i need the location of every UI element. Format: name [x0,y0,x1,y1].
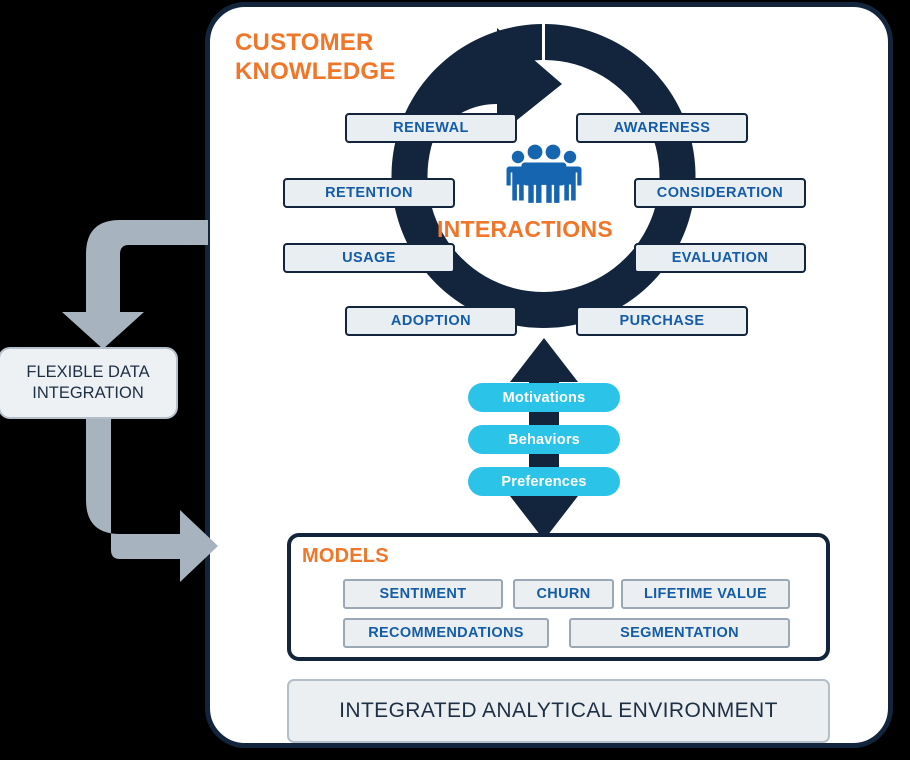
model-box-lifetime-value[interactable]: LIFETIME VALUE [621,579,790,609]
stage-box-renewal[interactable]: RENEWAL [345,113,517,143]
attribute-pill-behaviors[interactable]: Behaviors [468,425,620,454]
people-group-icon [506,144,582,203]
model-box-recommendations[interactable]: RECOMMENDATIONS [343,618,549,648]
model-box-segmentation[interactable]: SEGMENTATION [569,618,790,648]
attribute-pill-preferences[interactable]: Preferences [468,467,620,496]
stage-box-adoption[interactable]: ADOPTION [345,306,517,336]
stage-box-retention[interactable]: RETENTION [283,178,455,208]
fdi-line-2: INTEGRATION [32,384,144,402]
stage-box-usage[interactable]: USAGE [283,243,455,273]
page-title-line-2: KNOWLEDGE [235,58,396,86]
page-title-line-1: CUSTOMER [235,29,374,56]
stage-box-purchase[interactable]: PURCHASE [576,306,748,336]
interactions-label: INTERACTIONS [436,216,614,242]
fdi-line-1: FLEXIBLE DATA [26,362,150,381]
integrated-analytical-environment-bar[interactable]: INTEGRATED ANALYTICAL ENVIRONMENT [287,679,830,743]
model-box-sentiment[interactable]: SENTIMENT [343,579,503,609]
model-box-churn[interactable]: CHURN [513,579,614,609]
stage-box-awareness[interactable]: AWARENESS [576,113,748,143]
flexible-data-integration-box[interactable]: FLEXIBLE DATA INTEGRATION [0,347,178,419]
page-title: CUSTOMER KNOWLEDGE [235,28,455,87]
diagram-root: CUSTOMER KNOWLEDGE INTERACTIONS RENEWAL … [0,0,910,760]
attribute-pill-motivations[interactable]: Motivations [468,383,620,412]
stage-box-evaluation[interactable]: EVALUATION [634,243,806,273]
stage-box-consideration[interactable]: CONSIDERATION [634,178,806,208]
models-title: MODELS [302,545,389,567]
